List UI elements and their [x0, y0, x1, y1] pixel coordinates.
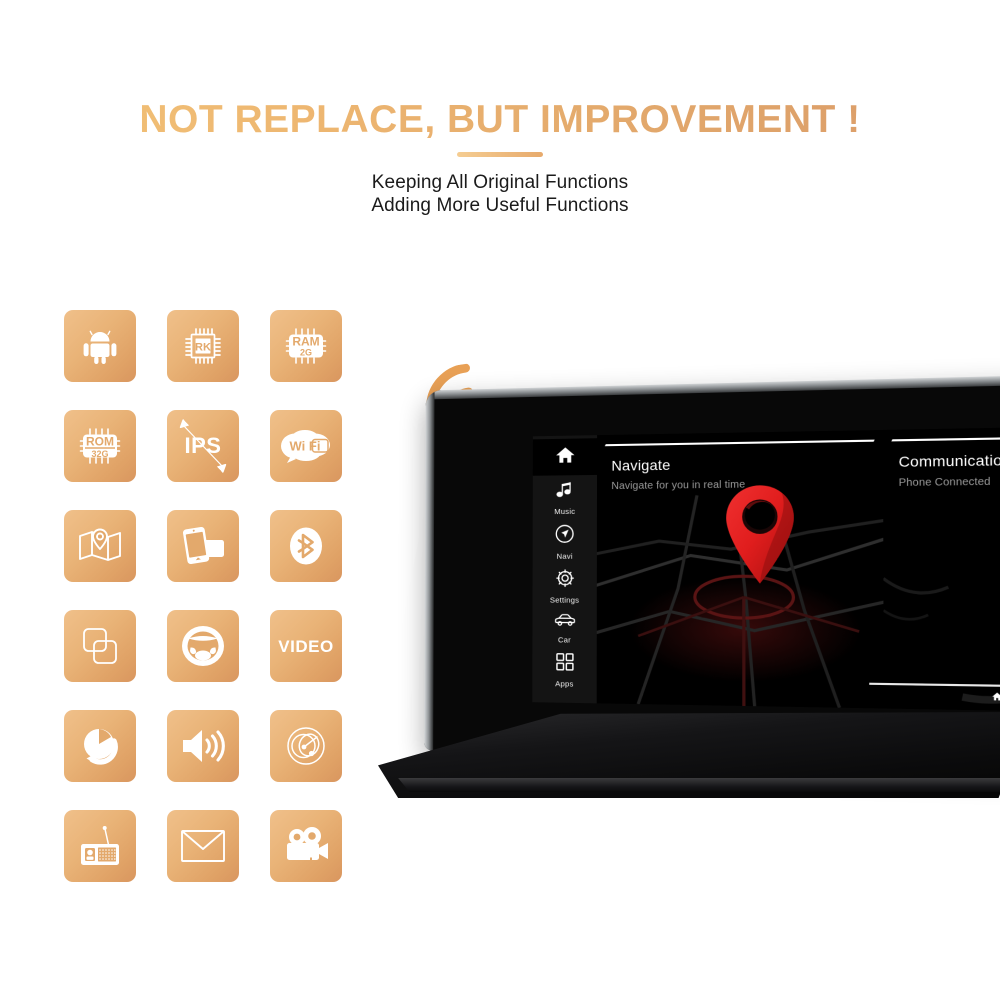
home-icon: [555, 445, 575, 469]
feature-tile-gps-map[interactable]: [64, 510, 136, 582]
rom-chip-icon: ROM 32G: [75, 423, 125, 469]
bottom-divider-rule: [869, 682, 1000, 688]
split-screen-icon: [78, 624, 122, 668]
radar-tracking-icon: [283, 723, 329, 769]
navi-compass-icon: [555, 524, 574, 549]
feature-tile-radio[interactable]: [64, 810, 136, 882]
head-unit-screen: Music Navi Settings Car Apps Navigate Na…: [532, 426, 1000, 712]
sidebar-item-car[interactable]: Car: [532, 607, 596, 647]
feature-tile-radar[interactable]: [270, 710, 342, 782]
cpu-label: RK: [195, 342, 211, 354]
cpu-chip-icon: RK: [180, 323, 226, 369]
feature-tile-mirror-link[interactable]: [167, 510, 239, 582]
sidebar-item-settings[interactable]: Settings: [533, 563, 597, 607]
feature-tile-ram[interactable]: RAM 2G: [270, 310, 342, 382]
video-text-icon: VIDEO: [278, 636, 334, 656]
ram-label: RAM: [292, 335, 319, 349]
feature-tile-bluetooth[interactable]: [270, 510, 342, 582]
home-icon[interactable]: [992, 687, 1000, 707]
feature-tile-camera[interactable]: [270, 810, 342, 882]
map-pin-icon: [76, 525, 124, 567]
sidebar-item-navi-label: Navi: [556, 551, 573, 561]
feature-tile-sync-update[interactable]: [64, 710, 136, 782]
card-communication[interactable]: Communication Phone Connected: [883, 427, 1000, 712]
wifi-cloud-icon: Wi Fi: [279, 426, 333, 466]
title-underline-rule: [457, 152, 543, 157]
subtitle-line-2: Adding More Useful Functions: [371, 195, 629, 216]
speaker-volume-icon: [178, 724, 228, 768]
card-navigate[interactable]: Navigate Navigate for you in real time: [596, 429, 884, 709]
page-indicator[interactable]: [992, 687, 1000, 707]
sidebar-item-navi[interactable]: Navi: [533, 518, 597, 563]
ram-size-label: 2G: [300, 348, 312, 358]
feature-tile-wifi[interactable]: Wi Fi: [270, 410, 342, 482]
mail-envelope-icon: [179, 828, 227, 864]
apps-grid-icon: [555, 653, 573, 677]
music-note-icon: [556, 481, 573, 504]
feature-tile-android[interactable]: [64, 310, 136, 382]
page-header: NOT REPLACE, BUT IMPROVEMENT ! Keeping A…: [0, 0, 1000, 240]
feature-tile-ips[interactable]: IPS: [167, 410, 239, 482]
bluetooth-icon: [284, 523, 328, 569]
sync-refresh-icon: [77, 723, 123, 769]
page-title: NOT REPLACE, BUT IMPROVEMENT !: [0, 98, 1000, 142]
android-robot-icon: [79, 325, 121, 367]
steering-wheel-icon: [178, 623, 228, 669]
screen-main-area: Navigate Navigate for you in real time C…: [596, 426, 1000, 712]
card-navigate-title: Navigate: [611, 456, 671, 474]
screen-sidebar: Music Navi Settings Car Apps: [532, 435, 598, 704]
feature-tile-split-screen[interactable]: [64, 610, 136, 682]
feature-tile-video[interactable]: VIDEO: [270, 610, 342, 682]
phone-mirror-icon: [180, 524, 226, 568]
sidebar-item-apps-label: Apps: [555, 679, 574, 689]
sidebar-item-music[interactable]: Music: [533, 475, 597, 518]
subtitle-line-1: Keeping All Original Functions: [371, 172, 629, 193]
gear-icon: [555, 569, 573, 592]
rom-size-label: 32G: [91, 449, 108, 459]
car-icon: [553, 613, 575, 633]
feature-tile-audio[interactable]: [167, 710, 239, 782]
car-head-unit-device: Music Navi Settings Car Apps Navigate Na…: [370, 360, 1000, 830]
ram-chip-icon: RAM 2G: [281, 323, 331, 369]
rom-label: ROM: [86, 435, 114, 449]
head-unit-body: Music Navi Settings Car Apps Navigate Na…: [424, 374, 1000, 767]
feature-tile-steering-wheel[interactable]: [167, 610, 239, 682]
feature-tile-rom[interactable]: ROM 32G: [64, 410, 136, 482]
card-navigate-subtitle: Navigate for you in real time: [611, 479, 746, 493]
feature-tile-mail[interactable]: [167, 810, 239, 882]
radio-receiver-icon: [76, 823, 124, 869]
card-communication-title: Communication: [898, 451, 1000, 470]
sidebar-item-car-label: Car: [557, 635, 571, 645]
video-camera-icon: [281, 826, 331, 866]
sidebar-item-home[interactable]: [532, 438, 598, 476]
ips-label: IPS: [184, 433, 222, 458]
sidebar-item-apps[interactable]: Apps: [532, 646, 596, 691]
map-location-pin: [720, 482, 800, 595]
head-unit-base-edge: [398, 778, 1000, 792]
card-communication-subtitle: Phone Connected: [898, 476, 991, 490]
sidebar-item-music-label: Music: [554, 506, 576, 517]
sidebar-item-settings-label: Settings: [549, 595, 580, 605]
feature-icon-grid: RK RAM 2G ROM 32G IPS Wi Fi VIDEO: [64, 310, 350, 882]
feature-tile-cpu[interactable]: RK: [167, 310, 239, 382]
